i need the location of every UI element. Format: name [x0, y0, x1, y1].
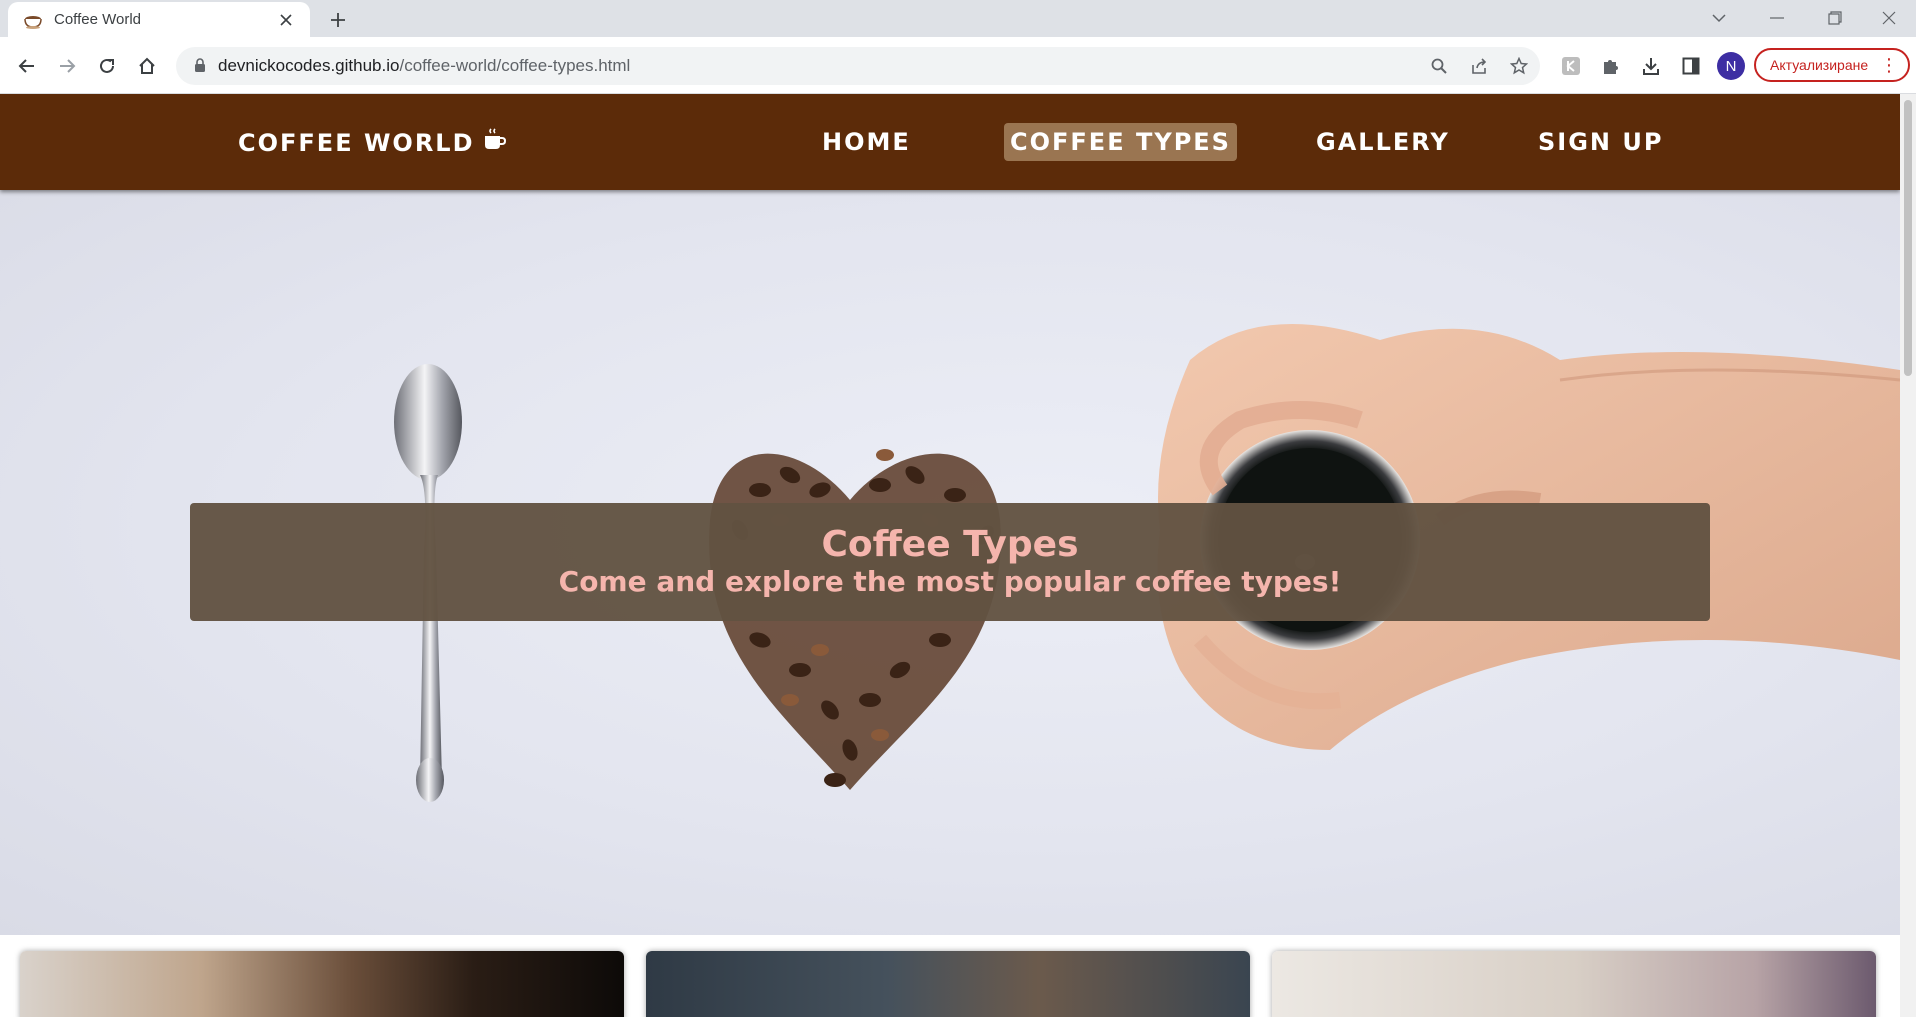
- browser-toolbar: devnickocodes.github.io/coffee-world/cof…: [0, 37, 1916, 94]
- update-label: Актуализиране: [1770, 57, 1869, 73]
- update-button[interactable]: Актуализиране ⋮: [1754, 48, 1910, 82]
- coffee-card-3[interactable]: [1272, 951, 1876, 1017]
- hero-subtitle: Come and explore the most popular coffee…: [558, 565, 1342, 598]
- page-viewport: COFFEE WORLD HOME COFFEE TYPES GALLERY S…: [0, 94, 1900, 1017]
- nav-sign-up[interactable]: SIGN UP: [1532, 123, 1669, 161]
- site-navbar: COFFEE WORLD HOME COFFEE TYPES GALLERY S…: [0, 94, 1900, 190]
- extension-k-icon[interactable]: [1556, 51, 1586, 81]
- lock-icon[interactable]: [194, 58, 206, 78]
- tab-title: Coffee World: [54, 11, 141, 28]
- coffee-mug-icon: [483, 128, 507, 158]
- coffee-cup-icon: [22, 9, 44, 31]
- home-icon[interactable]: [132, 51, 162, 81]
- nav-coffee-types[interactable]: COFFEE TYPES: [1004, 123, 1237, 161]
- more-menu-icon[interactable]: ⋮: [1880, 55, 1898, 75]
- browser-tab[interactable]: Coffee World: [8, 2, 310, 37]
- brand-text: COFFEE WORLD: [238, 129, 475, 157]
- minimize-icon[interactable]: [1754, 4, 1800, 32]
- window-close-icon[interactable]: [1866, 4, 1912, 32]
- puzzle-extensions-icon[interactable]: [1596, 51, 1626, 81]
- hero-title: Coffee Types: [821, 524, 1079, 565]
- download-icon[interactable]: [1636, 51, 1666, 81]
- back-arrow-icon[interactable]: [12, 51, 42, 81]
- coffee-card-2[interactable]: [646, 951, 1250, 1017]
- nav-gallery[interactable]: GALLERY: [1310, 123, 1456, 161]
- forward-arrow-icon[interactable]: [52, 51, 82, 81]
- nav-home[interactable]: HOME: [816, 123, 917, 161]
- url-host: devnickocodes.github.io: [218, 56, 400, 75]
- address-bar[interactable]: devnickocodes.github.io/coffee-world/cof…: [176, 47, 1540, 85]
- coffee-cards-row: [0, 935, 1900, 1017]
- profile-avatar[interactable]: N: [1717, 52, 1745, 80]
- page-scrollbar[interactable]: [1900, 94, 1916, 1017]
- zoom-search-icon[interactable]: [1428, 55, 1450, 77]
- side-panel-icon[interactable]: [1676, 51, 1706, 81]
- scrollbar-thumb[interactable]: [1904, 100, 1912, 376]
- reload-icon[interactable]: [92, 51, 122, 81]
- new-tab-button[interactable]: [324, 6, 352, 34]
- site-brand[interactable]: COFFEE WORLD: [238, 128, 507, 158]
- share-icon[interactable]: [1468, 55, 1490, 77]
- close-icon[interactable]: [276, 10, 296, 30]
- tab-search-icon[interactable]: [1696, 4, 1742, 32]
- hero-banner: Coffee Types Come and explore the most p…: [190, 503, 1710, 621]
- restore-icon[interactable]: [1812, 4, 1858, 32]
- hero-section: Coffee Types Come and explore the most p…: [0, 190, 1900, 935]
- coffee-card-1[interactable]: [20, 951, 624, 1017]
- browser-tabstrip: Coffee World: [0, 0, 1916, 37]
- url-text: devnickocodes.github.io/coffee-world/cof…: [218, 56, 630, 76]
- url-path: /coffee-world/coffee-types.html: [399, 56, 631, 75]
- bookmark-star-icon[interactable]: [1508, 55, 1530, 77]
